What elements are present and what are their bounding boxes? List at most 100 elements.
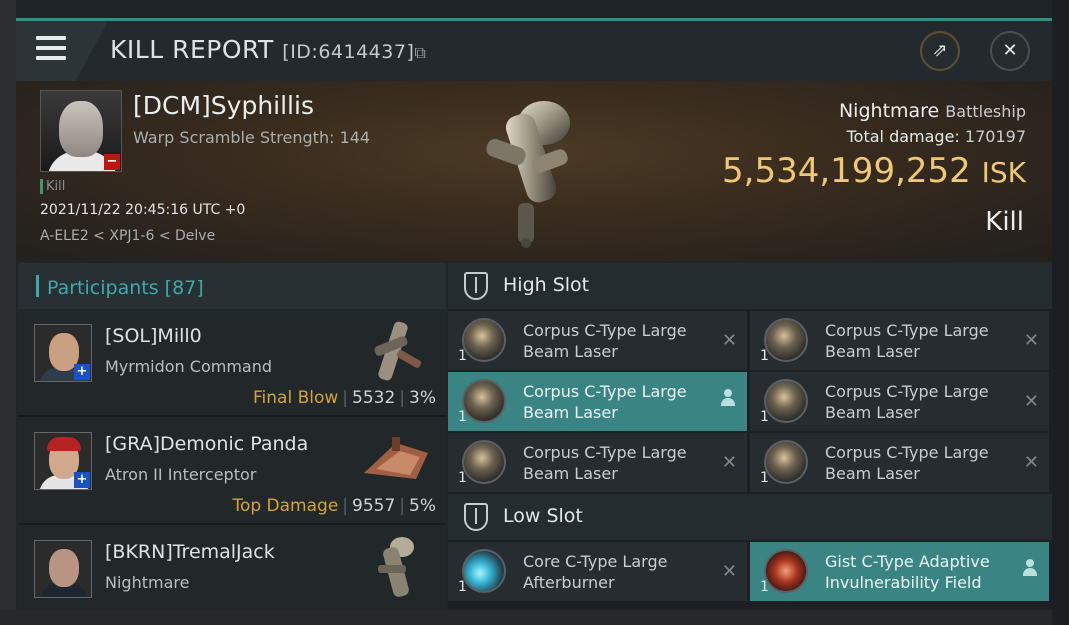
participant-name: [BKRN]TremalJack <box>105 541 275 563</box>
isk-amount: 5,534,199,252 <box>722 151 971 191</box>
high-slot-icon <box>464 272 488 300</box>
module-name: Gist C-Type Adaptive Invulnerability Fie… <box>825 552 990 592</box>
participant-name: [SOL]Mill0 <box>105 325 202 347</box>
participant-avatar[interactable] <box>34 540 92 598</box>
module-item[interactable]: 1 Corpus C-Type Large Beam Laser ✕ <box>750 311 1049 370</box>
background-top-strip <box>0 0 1069 18</box>
module-name: Corpus C-Type Large Beam Laser <box>523 321 687 361</box>
result-label: Kill <box>985 207 1024 237</box>
friendly-standing-icon: + <box>74 472 90 488</box>
low-slot-header: Low Slot <box>448 494 1052 540</box>
warp-scramble-strength: Warp Scramble Strength: 144 <box>133 128 371 147</box>
participants-count: [87] <box>164 277 204 299</box>
fitting-panel: High Slot 1 Corpus C-Type Large Beam Las… <box>448 263 1052 610</box>
beam-laser-icon <box>764 318 808 362</box>
participants-header[interactable]: Participants [87] <box>18 263 446 309</box>
participant-ship-image <box>378 537 414 597</box>
titlebar: KILL REPORT [ID:6414437]⧉ ⇗ ✕ <box>16 21 1052 81</box>
hamburger-icon <box>36 36 66 60</box>
destroyed-icon: ✕ <box>1023 452 1039 473</box>
beam-laser-icon <box>764 379 808 423</box>
module-name: Corpus C-Type Large Beam Laser <box>825 382 989 422</box>
module-name: Corpus C-Type Large Beam Laser <box>825 443 989 483</box>
participants-panel: Participants [87] + [SOL]Mill0 Myrmidon … <box>18 263 446 610</box>
external-link-icon: ⇗ <box>932 40 948 61</box>
participant-row[interactable]: + [GRA]Demonic Panda Atron II Intercepto… <box>18 417 446 525</box>
shield-hardener-icon <box>764 549 808 593</box>
beam-laser-icon <box>462 440 506 484</box>
total-damage-value: 170197 <box>964 127 1026 146</box>
beam-laser-icon <box>764 440 808 484</box>
module-quantity: 1 <box>760 348 769 364</box>
victim-header: − [DCM]Syphillis Warp Scramble Strength:… <box>16 81 1052 261</box>
dropped-icon <box>721 389 735 407</box>
kill-tag: Kill <box>40 179 65 194</box>
module-quantity: 1 <box>760 579 769 595</box>
afterburner-icon <box>462 549 506 593</box>
module-item[interactable]: 1 Corpus C-Type Large Beam Laser ✕ <box>448 311 747 370</box>
destroyed-icon: ✕ <box>1023 330 1039 351</box>
module-name: Corpus C-Type Large Beam Laser <box>523 382 687 422</box>
low-slot-modules: 1 Core C-Type Large Afterburner ✕ 1 Gist… <box>448 540 1052 603</box>
high-slot-header: High Slot <box>448 263 1052 309</box>
kill-report-window: KILL REPORT [ID:6414437]⧉ ⇗ ✕ − [DCM]Syp… <box>16 18 1052 610</box>
total-damage: Total damage: 170197 <box>847 127 1026 146</box>
module-quantity: 1 <box>760 409 769 425</box>
beam-laser-icon <box>462 379 506 423</box>
kill-datetime: 2021/11/22 20:45:16 UTC +0 <box>40 202 246 218</box>
participant-percent: 3% <box>409 388 436 408</box>
participant-percent: 5% <box>409 496 436 516</box>
participants-label: Participants <box>47 277 159 299</box>
module-quantity: 1 <box>760 470 769 486</box>
module-item[interactable]: 1 Core C-Type Large Afterburner ✕ <box>448 542 747 601</box>
close-button[interactable]: ✕ <box>990 31 1030 71</box>
top-damage-tag: Top Damage <box>232 496 339 516</box>
module-quantity: 1 <box>458 579 467 595</box>
destroyed-icon: ✕ <box>721 330 737 351</box>
share-button[interactable]: ⇗ <box>920 31 960 71</box>
background-right-strip <box>1052 0 1069 625</box>
participant-name: [GRA]Demonic Panda <box>105 433 309 455</box>
participant-ship-image <box>364 437 428 479</box>
victim-ship-image[interactable] <box>466 83 596 253</box>
victim-name[interactable]: [DCM]Syphillis <box>133 91 314 120</box>
participant-avatar[interactable]: + <box>34 432 92 490</box>
participant-ship: Nightmare <box>105 573 190 592</box>
isk-unit: ISK <box>981 156 1026 189</box>
module-item[interactable]: 1 Gist C-Type Adaptive Invulnerability F… <box>750 542 1049 601</box>
kill-location[interactable]: A-ELE2 < XPJ1-6 < Delve <box>40 228 215 244</box>
participant-ship: Myrmidon Command <box>105 357 273 376</box>
close-icon: ✕ <box>1002 40 1018 61</box>
victim-ship[interactable]: Nightmare Battleship <box>839 100 1026 122</box>
participant-row[interactable]: [BKRN]TremalJack Nightmare <box>18 525 446 610</box>
module-item[interactable]: 1 Corpus C-Type Large Beam Laser ✕ <box>448 433 747 492</box>
participant-ship-image <box>374 321 422 381</box>
destroyed-icon: ✕ <box>721 452 737 473</box>
background-bottom-strip <box>0 610 1069 625</box>
module-item[interactable]: 1 Corpus C-Type Large Beam Laser <box>448 372 747 431</box>
module-name: Corpus C-Type Large Beam Laser <box>523 443 687 483</box>
background-left-strip <box>0 0 16 625</box>
title-text: KILL REPORT <box>110 35 274 64</box>
friendly-standing-icon: + <box>74 364 90 380</box>
dropped-icon <box>1023 559 1037 577</box>
participant-stats: Top Damage | 9557 | 5% <box>232 496 436 516</box>
module-name: Corpus C-Type Large Beam Laser <box>825 321 989 361</box>
isk-value: 5,534,199,252 ISK <box>722 151 1026 191</box>
module-item[interactable]: 1 Corpus C-Type Large Beam Laser ✕ <box>750 372 1049 431</box>
kill-id: [ID:6414437] <box>282 41 415 63</box>
module-item[interactable]: 1 Corpus C-Type Large Beam Laser ✕ <box>750 433 1049 492</box>
menu-button[interactable] <box>16 21 108 81</box>
copy-icon[interactable]: ⧉ <box>414 43 426 62</box>
destroyed-icon: ✕ <box>721 561 737 582</box>
module-quantity: 1 <box>458 409 467 425</box>
participant-avatar[interactable]: + <box>34 324 92 382</box>
participant-damage: 9557 <box>352 496 396 516</box>
participant-row[interactable]: + [SOL]Mill0 Myrmidon Command Final Blow… <box>18 309 446 417</box>
victim-avatar[interactable]: − <box>40 90 122 172</box>
window-title: KILL REPORT [ID:6414437]⧉ <box>110 35 426 64</box>
ship-name: Nightmare <box>838 100 940 122</box>
low-slot-label: Low Slot <box>503 505 583 527</box>
module-quantity: 1 <box>458 348 467 364</box>
module-quantity: 1 <box>458 470 467 486</box>
